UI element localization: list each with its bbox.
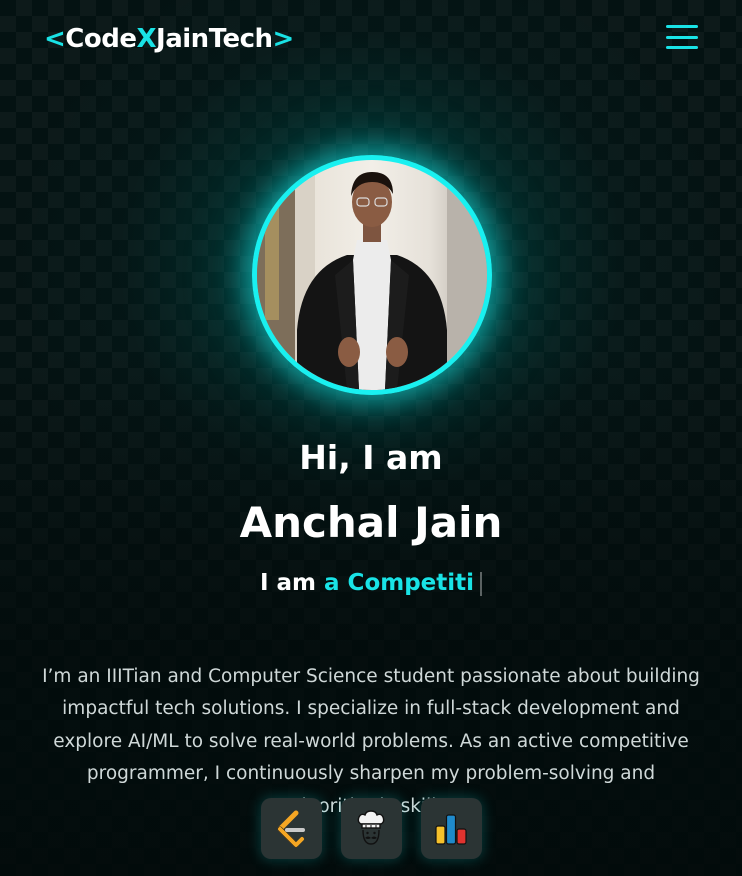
hero-greeting: Hi, I am <box>299 438 443 477</box>
codeforces-button[interactable] <box>420 798 482 859</box>
hamburger-line <box>666 35 698 39</box>
codeforces-icon <box>435 813 467 845</box>
codechef-icon <box>357 809 385 845</box>
role-typed-text: a Competiti <box>324 570 475 596</box>
logo-text-code: Code <box>65 24 137 54</box>
hero-role: I am a Competiti <box>0 570 742 596</box>
hamburger-line <box>666 25 698 28</box>
logo-text-x: X <box>136 24 157 54</box>
hero-name: Anchal Jain <box>239 498 503 547</box>
leetcode-button[interactable] <box>260 798 322 859</box>
hamburger-line <box>666 46 698 49</box>
codechef-button[interactable] <box>340 798 402 859</box>
site-header: < Code X JainTech > <box>0 0 742 78</box>
logo-open-bracket: < <box>44 24 66 54</box>
role-prefix: I am <box>259 570 317 596</box>
logo-text-jaintech: JainTech <box>156 24 273 54</box>
site-logo[interactable]: < Code X JainTech > <box>44 24 294 54</box>
avatar-portrait <box>257 160 487 390</box>
profile-avatar <box>252 155 492 395</box>
leetcode-icon <box>277 810 305 847</box>
typing-caret <box>480 571 483 596</box>
hamburger-icon[interactable] <box>666 25 698 49</box>
logo-close-bracket: > <box>272 24 295 54</box>
coding-profiles <box>0 798 742 859</box>
